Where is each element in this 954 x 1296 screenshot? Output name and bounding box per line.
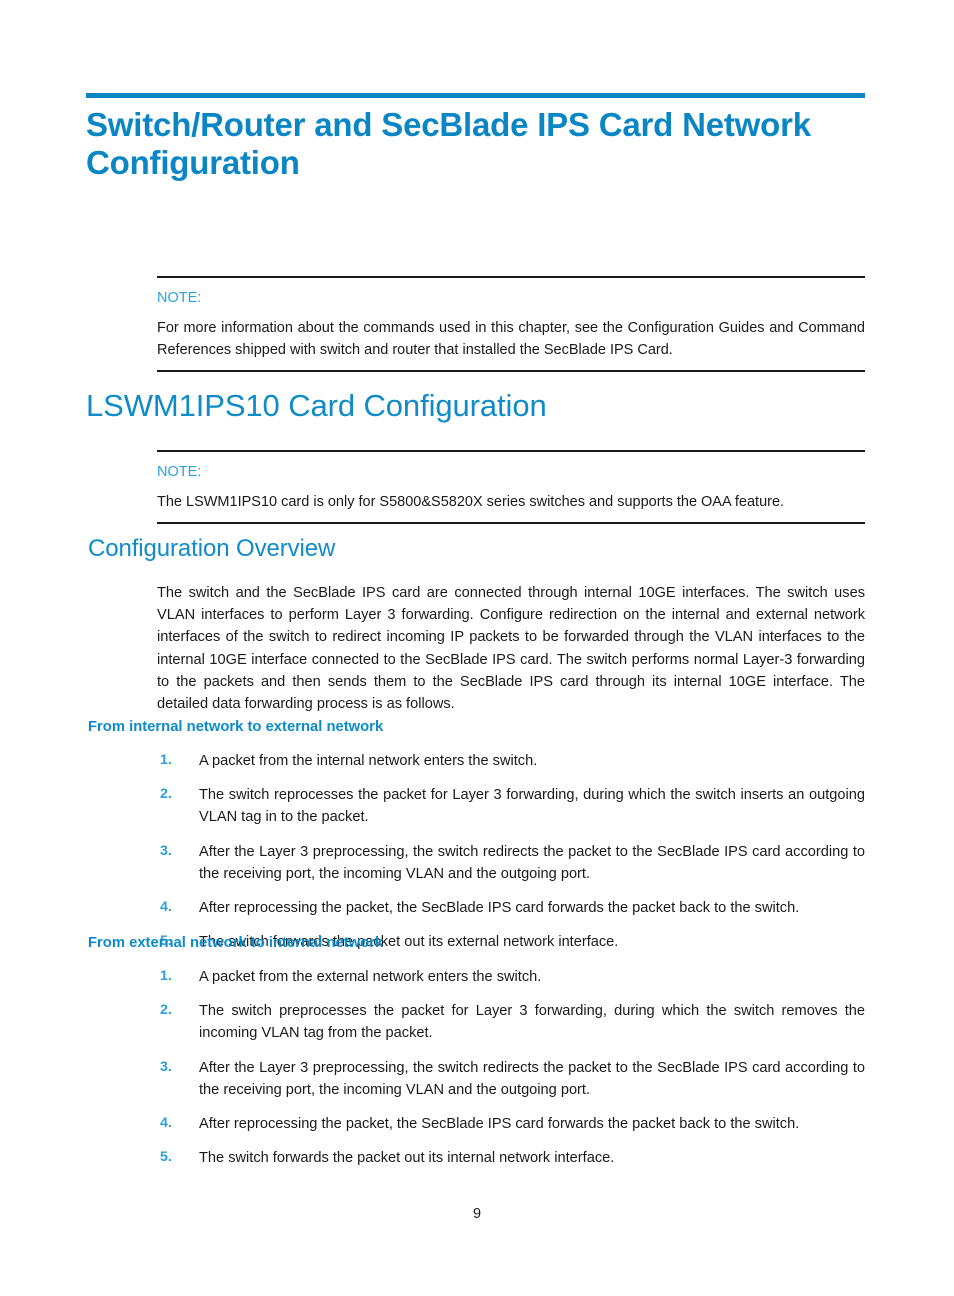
list-item: 5. The switch forwards the packet out it… (157, 1147, 865, 1169)
page-title: Switch/Router and SecBlade IPS Card Netw… (86, 106, 811, 182)
list-item-text: The switch preprocesses the packet for L… (199, 1003, 865, 1042)
note-body: For more information about the commands … (157, 319, 865, 358)
list-item: 1. A packet from the external network en… (157, 966, 865, 988)
document-page: Switch/Router and SecBlade IPS Card Netw… (0, 0, 954, 1296)
list-item-text: After the Layer 3 preprocessing, the swi… (199, 843, 865, 882)
list-item: 4. After reprocessing the packet, the Se… (157, 1113, 865, 1135)
list-item-number: 4. (160, 898, 172, 915)
page-number: 9 (472, 1206, 482, 1222)
list-item-text: After reprocessing the packet, the SecBl… (199, 1115, 800, 1132)
card-note-block: NOTE: The LSWM1IPS10 card is only for S5… (157, 450, 865, 524)
list-item-text: The switch reprocesses the packet for La… (199, 787, 865, 826)
list-item-number: 3. (160, 1058, 172, 1075)
subheading-external-to-internal: From external network to internal networ… (88, 935, 384, 951)
list-item-text: After the Layer 3 preprocessing, the swi… (199, 1059, 865, 1098)
list-item-text: A packet from the external network enter… (199, 969, 542, 985)
overview-paragraph: The switch and the SecBlade IPS card are… (157, 585, 865, 712)
steps-list-external-to-internal: 1. A packet from the external network en… (157, 966, 865, 1169)
list-item: 3. After the Layer 3 preprocessing, the … (157, 841, 865, 885)
list-item-number: 5. (160, 1149, 172, 1166)
note-body: The LSWM1IPS10 card is only for S5800&S5… (157, 493, 785, 510)
list-item: 1. A packet from the internal network en… (157, 750, 865, 772)
section-heading-card-configuration: LSWM1IPS10 Card Configuration (86, 388, 547, 423)
section-heading-configuration-overview: Configuration Overview (88, 535, 336, 562)
list-item: 2. The switch reprocesses the packet for… (157, 784, 865, 828)
list-item: 2. The switch preprocesses the packet fo… (157, 1000, 865, 1044)
note-label: NOTE: (157, 290, 202, 306)
subheading-internal-to-external: From internal network to external networ… (88, 719, 384, 735)
list-item-text: The switch forwards the packet out its i… (199, 1150, 615, 1167)
list-item-number: 1. (160, 968, 172, 984)
chapter-note-block: NOTE: For more information about the com… (157, 276, 865, 372)
chapter-title-rule (86, 93, 865, 98)
list-item-number: 2. (160, 1002, 172, 1019)
list-item-number: 3. (160, 842, 172, 859)
note-label: NOTE: (157, 464, 202, 480)
list-item: 3. After the Layer 3 preprocessing, the … (157, 1057, 865, 1101)
list-item-text: After reprocessing the packet, the SecBl… (199, 899, 800, 916)
list-item-number: 1. (160, 752, 172, 768)
steps-list-internal-to-external: 1. A packet from the internal network en… (157, 750, 865, 953)
list-item-number: 4. (160, 1114, 172, 1131)
list-item: 4. After reprocessing the packet, the Se… (157, 897, 865, 919)
list-item-number: 2. (160, 786, 172, 803)
list-item-text: A packet from the internal network enter… (199, 753, 538, 769)
